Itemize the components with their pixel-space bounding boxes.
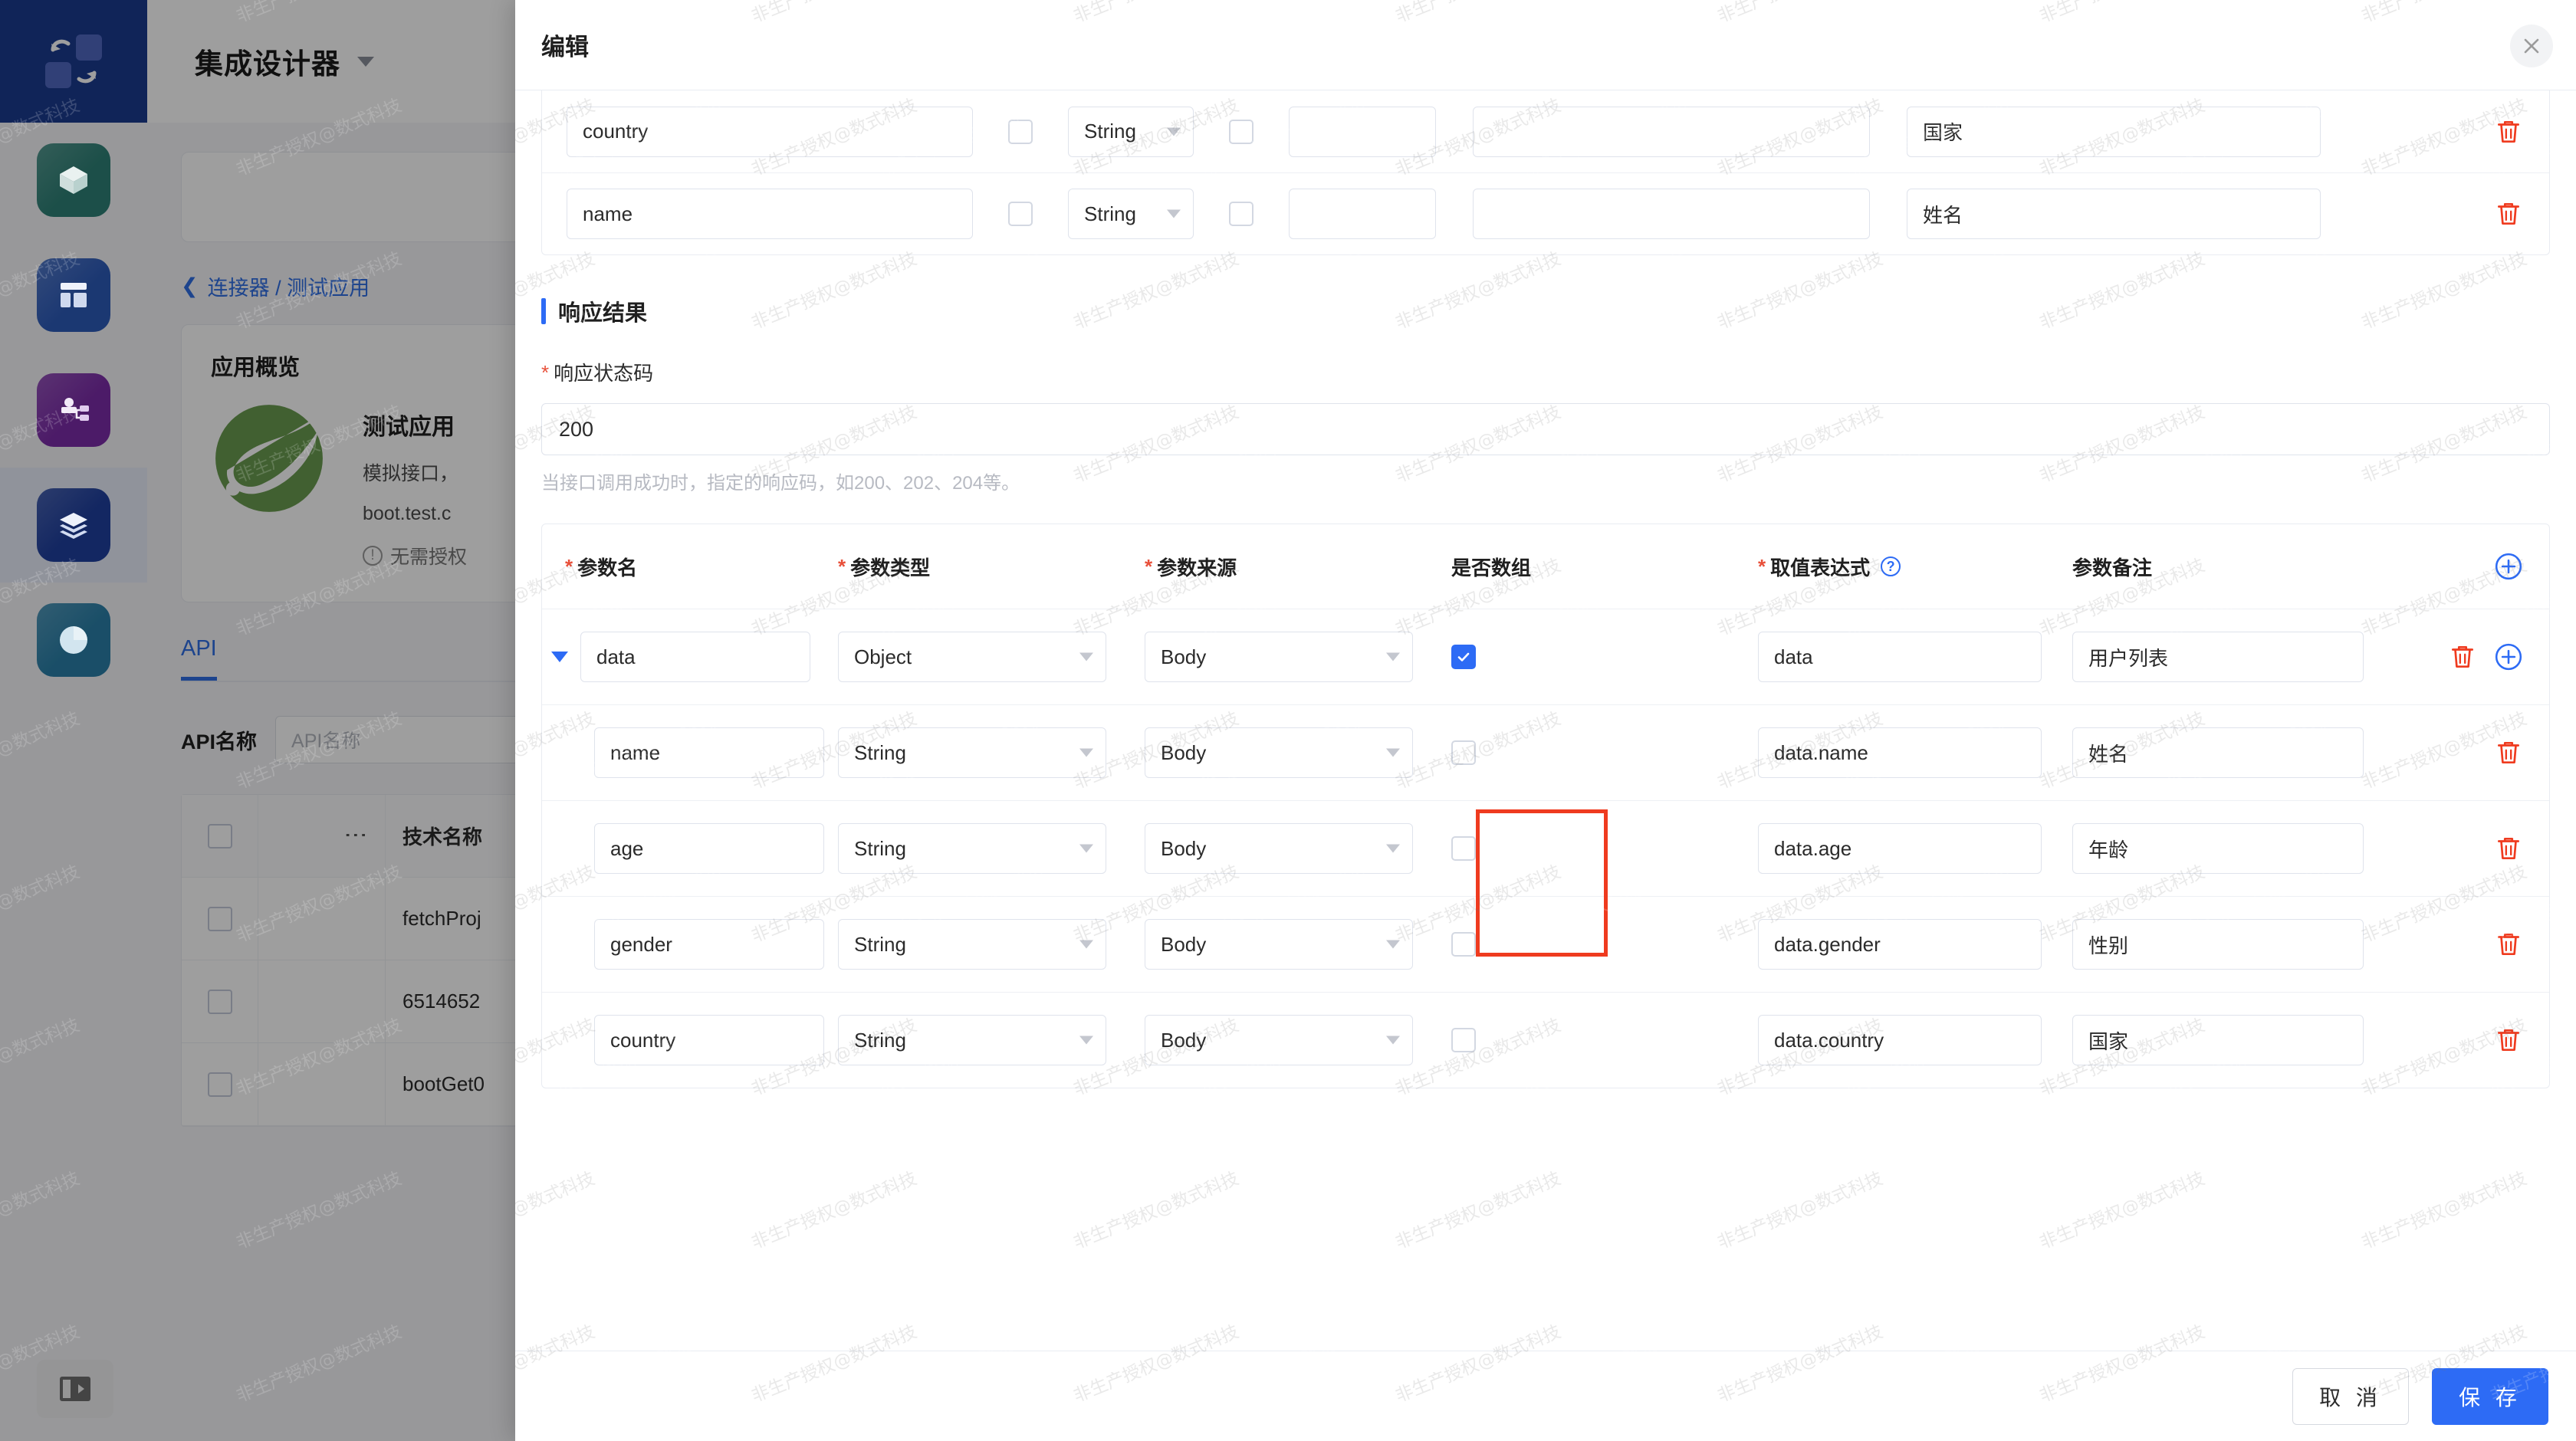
status-code-hint: 当接口调用成功时，指定的响应码，如200、202、204等。: [541, 473, 1020, 494]
param-type-select[interactable]: String: [838, 919, 1106, 970]
table-row: name String Body data.name 姓名: [542, 704, 2549, 800]
add-child-row-icon[interactable]: [2494, 642, 2523, 671]
param-type-select[interactable]: Object: [838, 632, 1106, 682]
required-checkbox[interactable]: [1008, 119, 1033, 144]
expression-input[interactable]: data.gender: [1758, 919, 2042, 970]
required-asterisk: *: [1145, 555, 1153, 578]
param-type-select[interactable]: String: [838, 1015, 1106, 1065]
section-accent-bar: [541, 298, 546, 324]
close-icon[interactable]: [2510, 25, 2553, 67]
section-title: 响应结果: [558, 301, 648, 326]
remark-input[interactable]: 性别: [2072, 919, 2364, 970]
required-asterisk: *: [565, 555, 573, 578]
default-value-input[interactable]: [1289, 106, 1436, 157]
delete-row-icon[interactable]: [2494, 738, 2523, 767]
status-code-label: * 响应状态码: [541, 360, 654, 385]
column-param-source: * 参数来源: [1145, 555, 1237, 579]
table-row: age String Body data.age 年龄: [542, 800, 2549, 896]
param-source-select[interactable]: Body: [1145, 632, 1413, 682]
modal-title: 编辑: [541, 34, 589, 61]
is-array-checkbox[interactable]: [1451, 932, 1476, 957]
param-source-select[interactable]: Body: [1145, 727, 1413, 778]
param-name-input[interactable]: data: [580, 632, 810, 682]
table-row: name String 姓名: [542, 172, 2549, 254]
is-array-checkbox[interactable]: [1451, 836, 1476, 861]
param-name-input[interactable]: age: [594, 823, 824, 874]
modal-footer: 取 消 保 存: [515, 1351, 2576, 1441]
column-param-name: * 参数名: [565, 555, 638, 579]
table-row: gender String Body data.gender 性别: [542, 896, 2549, 992]
column-remark: 参数备注: [2072, 556, 2153, 579]
param-desc-input[interactable]: [1473, 106, 1870, 157]
param-name-input[interactable]: country: [567, 106, 973, 157]
param-type-select[interactable]: String: [1068, 106, 1194, 157]
param-name-input[interactable]: country: [594, 1015, 824, 1065]
param-source-select[interactable]: Body: [1145, 823, 1413, 874]
is-array-checkbox[interactable]: [1451, 1028, 1476, 1052]
param-name-input[interactable]: name: [594, 727, 824, 778]
delete-row-icon[interactable]: [2448, 642, 2477, 671]
param-source-select[interactable]: Body: [1145, 1015, 1413, 1065]
is-array-checkbox[interactable]: [1229, 202, 1254, 226]
delete-row-icon[interactable]: [2494, 930, 2523, 959]
expression-input[interactable]: data: [1758, 632, 2042, 682]
remark-input[interactable]: 姓名: [2072, 727, 2364, 778]
is-array-checkbox[interactable]: [1451, 645, 1476, 669]
delete-row-icon[interactable]: [2494, 1026, 2523, 1055]
cancel-button[interactable]: 取 消: [2292, 1367, 2409, 1425]
delete-row-icon[interactable]: [2494, 199, 2523, 228]
save-button[interactable]: 保 存: [2432, 1367, 2548, 1425]
remark-input[interactable]: 年龄: [2072, 823, 2364, 874]
delete-row-icon[interactable]: [2494, 834, 2523, 863]
required-asterisk: *: [1758, 555, 1766, 578]
param-remark-input[interactable]: 国家: [1907, 106, 2321, 157]
table-row: country String 国家: [542, 90, 2549, 172]
required-checkbox[interactable]: [1008, 202, 1033, 226]
is-array-checkbox[interactable]: [1229, 119, 1254, 144]
default-value-input[interactable]: [1289, 189, 1436, 239]
param-name-input[interactable]: gender: [594, 919, 824, 970]
expression-input[interactable]: data.name: [1758, 727, 2042, 778]
expression-input[interactable]: data.age: [1758, 823, 2042, 874]
param-name-input[interactable]: name: [567, 189, 973, 239]
param-source-select[interactable]: Body: [1145, 919, 1413, 970]
modal-body[interactable]: country String 国家 name String 姓名 响应结果 * …: [515, 90, 2576, 1351]
table-header-row: * 参数名 * 参数类型 * 参数来源 是否数组 * 取值表达式 ? 参数备注: [542, 524, 2549, 609]
response-params-table: * 参数名 * 参数类型 * 参数来源 是否数组 * 取值表达式 ? 参数备注 …: [541, 524, 2550, 1088]
is-array-checkbox[interactable]: [1451, 740, 1476, 765]
param-type-select[interactable]: String: [838, 823, 1106, 874]
request-params-table: country String 国家 name String 姓名: [541, 90, 2550, 255]
param-desc-input[interactable]: [1473, 189, 1870, 239]
remark-input[interactable]: 用户列表: [2072, 632, 2364, 682]
expression-input[interactable]: data.country: [1758, 1015, 2042, 1065]
help-icon[interactable]: ?: [1881, 556, 1901, 576]
table-row: data Object Body data 用户列表: [542, 609, 2549, 704]
remark-input[interactable]: 国家: [2072, 1015, 2364, 1065]
column-param-type: * 参数类型: [838, 555, 931, 579]
param-type-select[interactable]: String: [1068, 189, 1194, 239]
column-expression: * 取值表达式 ?: [1758, 553, 2072, 581]
required-asterisk: *: [541, 360, 550, 384]
modal-header: 编辑: [515, 0, 2576, 90]
expand-caret-icon[interactable]: [551, 652, 568, 662]
param-type-select[interactable]: String: [838, 727, 1106, 778]
status-code-input[interactable]: 200: [541, 403, 2550, 455]
edit-modal: 编辑 country String 国家 name String 姓名 响应结果…: [515, 0, 2576, 1441]
plus-circle-icon[interactable]: [2494, 552, 2523, 581]
response-section-header: 响应结果: [541, 295, 2550, 327]
table-row: country String Body data.country 国家: [542, 992, 2549, 1088]
param-remark-input[interactable]: 姓名: [1907, 189, 2321, 239]
column-is-array: 是否数组: [1451, 556, 1532, 579]
delete-row-icon[interactable]: [2494, 117, 2523, 146]
required-asterisk: *: [838, 555, 846, 578]
